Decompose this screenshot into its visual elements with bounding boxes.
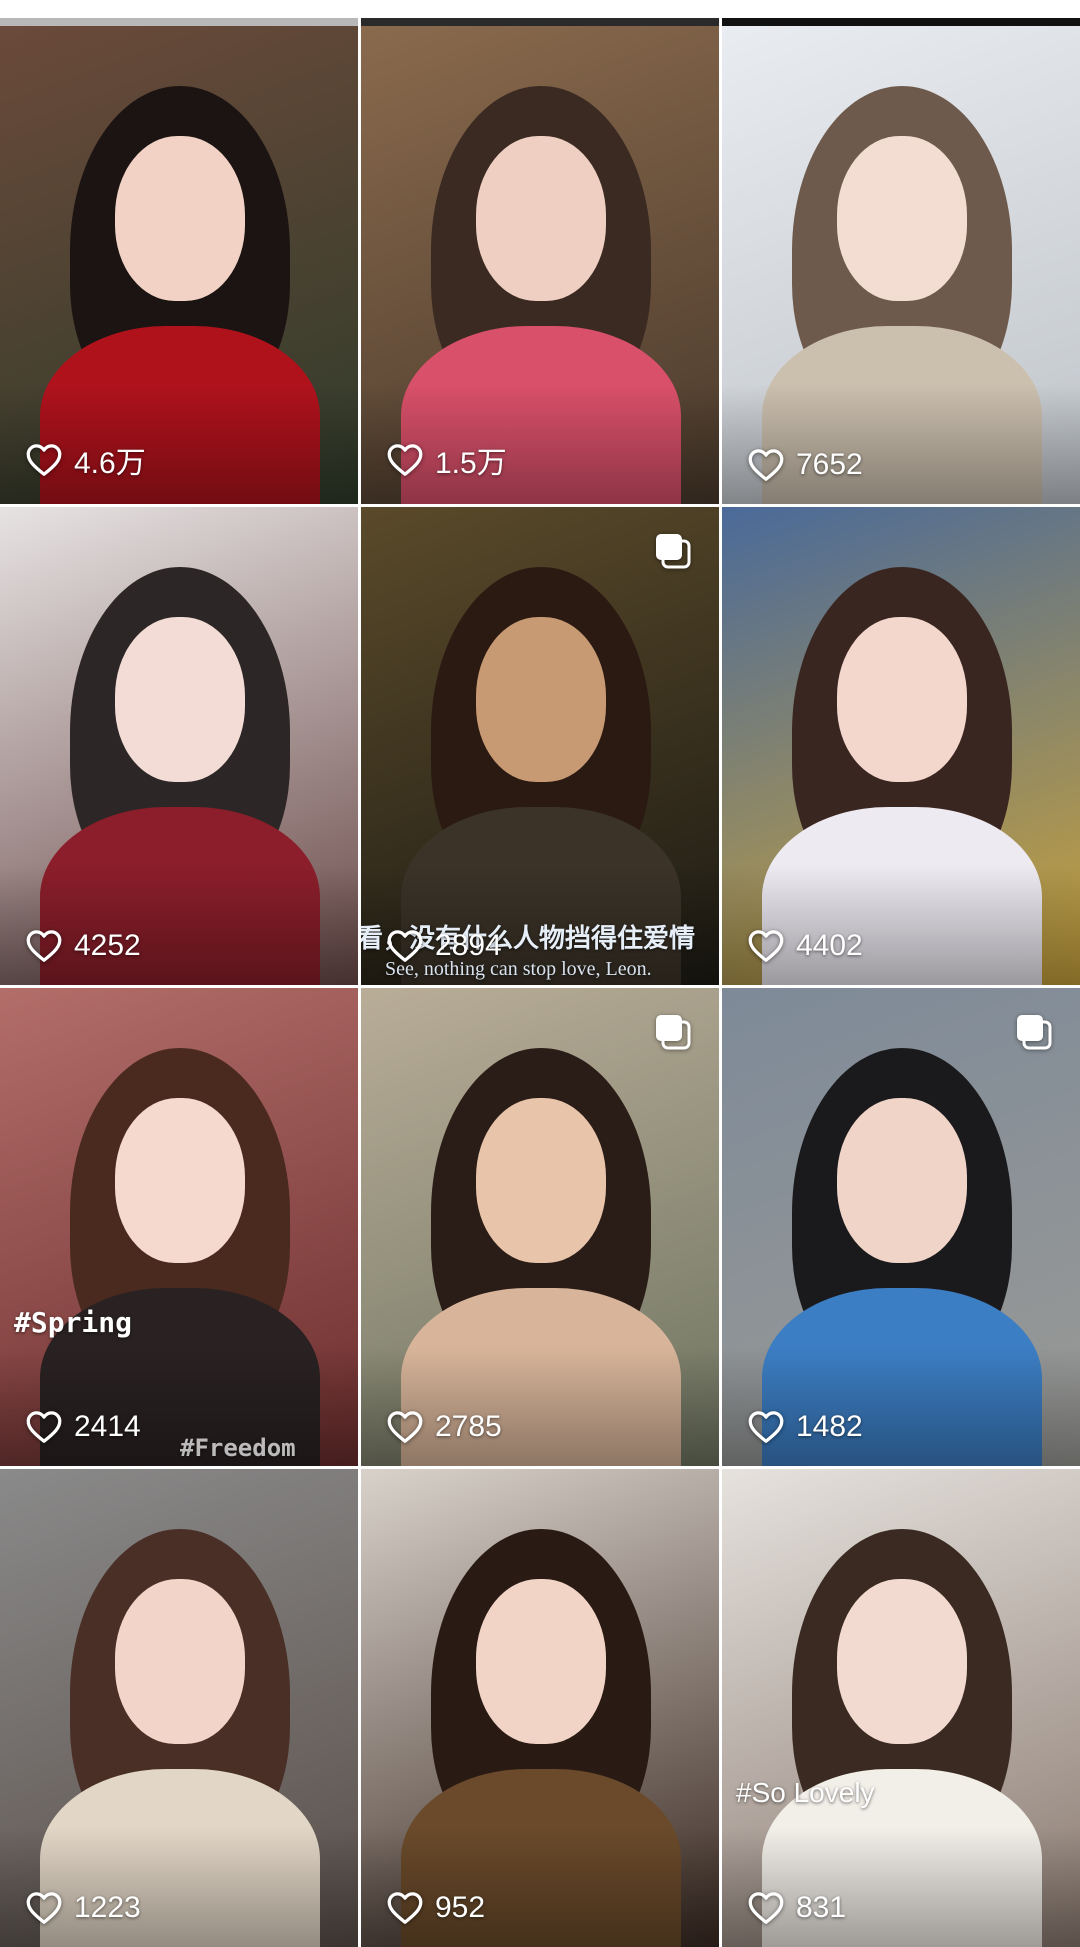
portrait-face	[476, 136, 606, 301]
hashtag-sticker: #So Lovely	[736, 1777, 875, 1808]
portrait-face	[837, 1098, 967, 1263]
portrait-face	[115, 617, 245, 782]
like-count: 1223	[26, 1891, 141, 1925]
like-count-value: 4402	[796, 929, 863, 962]
bottom-shade	[361, 1346, 719, 1466]
like-count-value: 4252	[74, 929, 141, 962]
video-tile[interactable]: 4.6万	[0, 26, 358, 504]
like-count: 2894	[387, 929, 502, 963]
portrait-face	[476, 1098, 606, 1263]
top-strip	[0, 0, 1080, 26]
like-count: 4.6万	[26, 438, 146, 482]
portrait-face	[837, 1579, 967, 1744]
bottom-shade	[722, 1346, 1080, 1466]
like-count-value: 1223	[74, 1891, 141, 1924]
top-strip-segment	[361, 18, 719, 26]
portrait-face	[837, 136, 967, 301]
like-count: 1482	[748, 1410, 863, 1444]
video-tile[interactable]: #So Lovely 831	[722, 1469, 1080, 1947]
heart-icon	[748, 1411, 784, 1443]
video-tile[interactable]: 2785	[361, 988, 719, 1466]
bottom-shade	[0, 865, 358, 985]
heart-icon	[26, 1892, 62, 1924]
heart-icon	[387, 1892, 423, 1924]
bottom-shade	[361, 1827, 719, 1947]
multi-image-icon	[656, 534, 691, 569]
like-count: 952	[387, 1891, 485, 1925]
portrait-face	[115, 1579, 245, 1744]
like-count-value: 952	[435, 1891, 486, 1924]
like-count: 2414	[26, 1410, 141, 1444]
video-tile[interactable]: 4402	[722, 507, 1080, 985]
bottom-shade	[722, 865, 1080, 985]
like-count: 1.5万	[387, 438, 507, 482]
like-count-value: 2894	[435, 929, 502, 962]
bottom-shade	[722, 384, 1080, 504]
portrait-face	[115, 1098, 245, 1263]
like-count: 7652	[748, 448, 863, 482]
heart-icon	[748, 449, 784, 481]
like-count-value: 2414	[74, 1410, 141, 1443]
like-count-value: 1482	[796, 1410, 863, 1443]
portrait-face	[476, 1579, 606, 1744]
video-tile[interactable]: 1223	[0, 1469, 358, 1947]
portrait-face	[476, 617, 606, 782]
heart-icon	[748, 930, 784, 962]
hashtag-sticker: #Freedom	[180, 1434, 296, 1462]
like-count: 2785	[387, 1410, 502, 1444]
heart-icon	[26, 1411, 62, 1443]
like-count-value: 4.6万	[74, 447, 146, 480]
top-strip-segment	[0, 18, 358, 26]
heart-icon	[26, 444, 62, 476]
bottom-shade	[0, 1827, 358, 1947]
bottom-shade	[722, 1827, 1080, 1947]
video-tile[interactable]: 952	[361, 1469, 719, 1947]
heart-icon	[387, 444, 423, 476]
heart-icon	[387, 1411, 423, 1443]
video-grid: 4.6万 1.5万 7652 4252 看，没有什么人物挡得住爱情 See, nothin…	[0, 26, 1080, 1947]
like-count-value: 1.5万	[435, 447, 507, 480]
portrait-face	[115, 136, 245, 301]
portrait-face	[837, 617, 967, 782]
like-count-value: 2785	[435, 1410, 502, 1443]
like-count: 4252	[26, 929, 141, 963]
hashtag-sticker: #Spring	[14, 1306, 133, 1339]
heart-icon	[748, 1892, 784, 1924]
heart-icon	[387, 930, 423, 962]
video-tile[interactable]: #Spring #Freedom 2414	[0, 988, 358, 1466]
top-strip-segment	[722, 18, 1080, 26]
like-count: 4402	[748, 929, 863, 963]
bottom-shade	[0, 1346, 358, 1466]
video-tile[interactable]: 看，没有什么人物挡得住爱情 See, nothing can stop love,…	[361, 507, 719, 985]
like-count: 831	[748, 1891, 846, 1925]
video-tile[interactable]: 1.5万	[361, 26, 719, 504]
video-tile[interactable]: 1482	[722, 988, 1080, 1466]
video-tile[interactable]: 7652	[722, 26, 1080, 504]
video-tile[interactable]: 4252	[0, 507, 358, 985]
like-count-value: 831	[796, 1891, 847, 1924]
multi-image-icon	[1017, 1015, 1052, 1050]
multi-image-icon	[656, 1015, 691, 1050]
heart-icon	[26, 930, 62, 962]
like-count-value: 7652	[796, 448, 863, 481]
